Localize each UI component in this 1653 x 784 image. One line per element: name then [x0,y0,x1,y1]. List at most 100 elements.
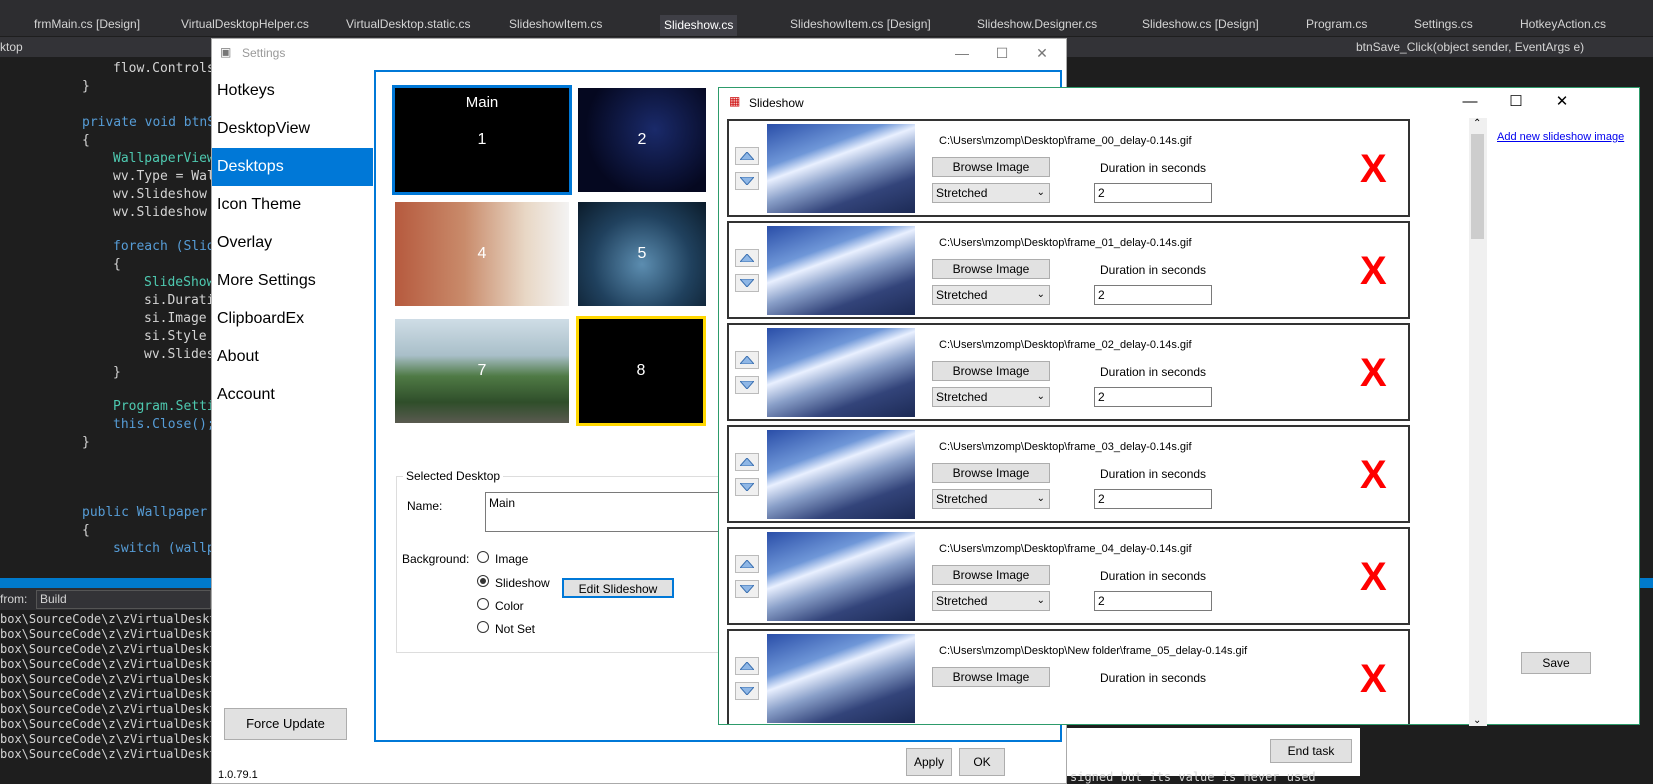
output-pane[interactable]: box\SourceCode\z\zVirtualDeskto box\Sour… [0,610,224,784]
nav-item-clipboardex[interactable]: ClipboardEx [212,300,373,338]
nav-item-icon-theme[interactable]: Icon Theme [212,186,373,224]
ok-button[interactable]: OK [959,748,1005,776]
duration-input[interactable]: 2 [1094,387,1212,407]
nav-member[interactable]: btnSave_Click(object sender, EventArgs e… [1356,40,1584,54]
duration-input[interactable]: 2 [1094,489,1212,509]
edit-slideshow-button[interactable]: Edit Slideshow [562,578,674,598]
settings-titlebar[interactable]: ▣ Settings — ☐ ✕ [212,39,1066,67]
tab-hotkeyaction[interactable]: HotkeyAction.cs [1520,17,1606,31]
scroll-up-icon[interactable]: ⌃ [1473,118,1481,129]
bg-color-radio[interactable] [477,598,489,610]
slideshow-item: C:\Users\mzomp\Desktop\frame_04_delay-0.… [727,527,1410,625]
duration-input[interactable]: 2 [1094,285,1212,305]
bg-image-radio[interactable] [477,551,489,563]
bg-notset-radio[interactable] [477,621,489,633]
browse-image-button[interactable]: Browse Image [932,667,1050,687]
minimize-icon[interactable]: — [1447,88,1493,116]
tab-frmmain-design[interactable]: frmMain.cs [Design] [34,17,140,31]
image-style-select[interactable]: Stretched ⌄ [932,489,1050,509]
tab-virtualdesktop-static[interactable]: VirtualDesktop.static.cs [346,17,471,31]
output-line: box\SourceCode\z\zVirtualDeskto [0,747,224,761]
scrollbar-thumb[interactable] [1471,134,1484,239]
apply-button[interactable]: Apply [906,748,952,776]
nav-item-account[interactable]: Account [212,376,373,414]
remove-item-icon[interactable]: X [1360,149,1387,189]
nav-scope[interactable]: ktop [0,40,23,54]
nav-item-hotkeys[interactable]: Hotkeys [212,72,373,110]
browse-image-button[interactable]: Browse Image [932,157,1050,177]
maximize-icon[interactable]: ☐ [1493,88,1539,116]
move-up-icon[interactable] [735,555,759,573]
browse-image-button[interactable]: Browse Image [932,463,1050,483]
move-down-icon[interactable] [735,682,759,700]
move-up-icon[interactable] [735,453,759,471]
save-button[interactable]: Save [1521,652,1591,674]
remove-item-icon[interactable]: X [1360,251,1387,291]
tab-virtualdesktophelper[interactable]: VirtualDesktopHelper.cs [181,17,309,31]
slideshow-list[interactable]: C:\Users\mzomp\Desktop\frame_00_delay-0.… [719,116,1469,724]
tab-settings[interactable]: Settings.cs [1414,17,1473,31]
background-label: Background: [402,552,470,566]
close-icon[interactable]: ✕ [1022,41,1062,65]
duration-label: Duration in seconds [1100,365,1207,379]
code-line: si.Style [144,329,207,344]
scroll-down-icon[interactable]: ⌄ [1473,715,1481,726]
remove-item-icon[interactable]: X [1360,659,1387,699]
tab-slideshow-design[interactable]: Slideshow.cs [Design] [1142,17,1259,31]
image-style-select[interactable]: Stretched ⌄ [932,285,1050,305]
nav-item-overlay[interactable]: Overlay [212,224,373,262]
remove-item-icon[interactable]: X [1360,455,1387,495]
tab-slideshow[interactable]: Slideshow.cs [660,15,738,36]
desktop-thumb-1[interactable]: Main 1 [392,85,572,195]
move-up-icon[interactable] [735,351,759,369]
code-line: wv.Type = Wal [113,169,215,184]
image-style-select[interactable]: Stretched ⌄ [932,183,1050,203]
move-down-icon[interactable] [735,172,759,190]
move-down-icon[interactable] [735,580,759,598]
move-down-icon[interactable] [735,274,759,292]
name-field[interactable]: Main [485,492,735,532]
tab-slideshow-designer[interactable]: Slideshow.Designer.cs [977,17,1097,31]
force-update-button[interactable]: Force Update [224,708,347,740]
bg-slideshow-radio[interactable] [477,575,489,587]
duration-input[interactable]: 2 [1094,591,1212,611]
move-down-icon[interactable] [735,478,759,496]
minimize-icon[interactable]: — [942,41,982,65]
settings-title: Settings [242,46,286,60]
end-task-button[interactable]: End task [1270,739,1352,763]
move-up-icon[interactable] [735,657,759,675]
nav-item-desktopview[interactable]: DesktopView [212,110,373,148]
move-up-icon[interactable] [735,147,759,165]
nav-item-about[interactable]: About [212,338,373,376]
remove-item-icon[interactable]: X [1360,557,1387,597]
slideshow-window: ▦ Slideshow — ☐ ✕ C:\Users\mzomp\Desktop… [718,87,1640,726]
browse-image-button[interactable]: Browse Image [932,565,1050,585]
move-up-icon[interactable] [735,249,759,267]
tab-program[interactable]: Program.cs [1306,17,1367,31]
desktop-thumb-8[interactable]: 8 [576,316,706,426]
duration-input[interactable]: 2 [1094,183,1212,203]
output-source-select[interactable]: Build [36,590,211,609]
desktop-thumb-4[interactable]: 4 [395,202,569,306]
code-editor[interactable]: flow.Controls } private void btnS { Wall… [0,57,215,577]
ide-toolbar [0,0,1653,15]
nav-item-desktops[interactable]: Desktops [212,148,373,186]
move-down-icon[interactable] [735,376,759,394]
remove-item-icon[interactable]: X [1360,353,1387,393]
slideshow-titlebar[interactable]: ▦ Slideshow — ☐ ✕ [719,88,1639,116]
nav-item-more-settings[interactable]: More Settings [212,262,373,300]
desktop-thumb-2[interactable]: 2 [578,88,706,192]
image-style-select[interactable]: Stretched ⌄ [932,387,1050,407]
tab-slideshowitem-design[interactable]: SlideshowItem.cs [Design] [790,17,931,31]
output-header: from: Build [0,588,215,610]
add-slideshow-image-link[interactable]: Add new slideshow image [1497,131,1624,143]
maximize-icon[interactable]: ☐ [982,41,1022,65]
browse-image-button[interactable]: Browse Image [932,259,1050,279]
desktop-thumb-7[interactable]: 7 [395,319,569,423]
image-style-select[interactable]: Stretched ⌄ [932,591,1050,611]
code-line: flow.Controls [113,61,215,76]
browse-image-button[interactable]: Browse Image [932,361,1050,381]
desktop-thumb-5[interactable]: 5 [578,202,706,306]
close-icon[interactable]: ✕ [1539,88,1585,116]
tab-slideshowitem[interactable]: SlideshowItem.cs [509,17,602,31]
